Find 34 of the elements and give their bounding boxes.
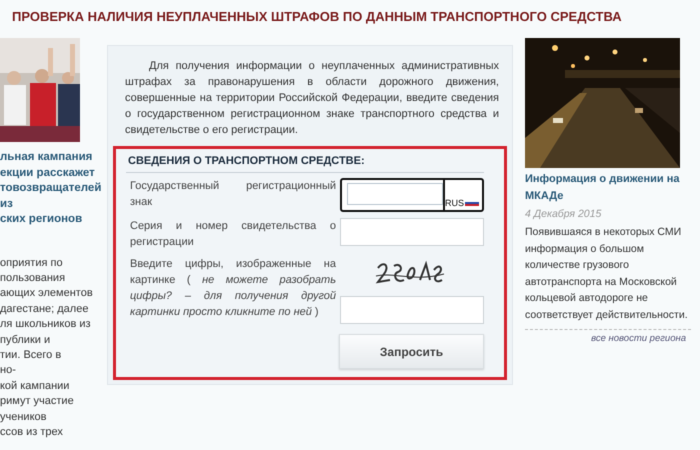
news-text-line: пользования <box>0 270 66 286</box>
news-text-line: тии. Всего в <box>0 348 62 363</box>
news-text-line: римут участие <box>0 394 75 410</box>
submit-button[interactable]: Запросить <box>339 334 484 369</box>
all-news-link[interactable]: все новости региона <box>591 333 686 344</box>
news-headline-line[interactable]: товозвращателей <box>0 181 104 196</box>
news-text-line: оприятия по <box>0 256 64 270</box>
news-headline-line[interactable]: льная кампания <box>0 150 104 166</box>
news-text-line: учеников <box>0 410 48 425</box>
field-label: Введите цифры, изображенные на картинке ( не можете разобрать цифры? – для получения другой картинки просто кликните по ней ) <box>130 257 336 320</box>
section-title: СВЕДЕНИЯ О ТРАНСПОРТНОМ СРЕДСТВЕ: <box>126 155 484 173</box>
input-field[interactable] <box>340 218 484 246</box>
field-label: Государственный регистрационный знак <box>130 179 336 210</box>
captcha-drawing[interactable] <box>374 260 446 286</box>
captcha-input-field[interactable] <box>340 296 484 324</box>
news-headline-line[interactable]: екции расскажет <box>0 166 104 181</box>
page-title: ПРОВЕРКА НАЛИЧИЯ НЕУПЛАЧЕННЫХ ШТРАФОВ ПО ДАННЫМ ТРАНСПОРТНОГО СРЕДСТВА <box>12 9 623 24</box>
intro-text: Для получения информации о неуплаченных административных штрафах за правонарушения в области дорожного движения, совершенные на территории Российской Федерации, введите сведения о государственном регистрационном знаке транспортного средства и свидетельстве о его регистрации. <box>125 59 499 138</box>
news-headline-line[interactable]: из <box>0 196 104 212</box>
news-text-line: публики и <box>0 332 52 348</box>
news-headline-line[interactable]: ских регионов <box>0 212 104 228</box>
news-text-line: кой кампании <box>0 378 70 394</box>
news-text-line: ля школьников из <box>0 317 92 332</box>
news-text-line: ссов из трех <box>0 424 64 440</box>
plate-number-field[interactable]: RUS <box>340 178 484 212</box>
region-code: RUS <box>445 198 464 208</box>
news-text-line: но- <box>0 363 17 378</box>
field-label: Серия и номер свидетельства о регистрации <box>130 219 336 250</box>
news-text-line: дагестане; далее <box>0 302 90 317</box>
flag-icon <box>465 200 480 206</box>
news-text-line: ающих элементов <box>0 286 94 302</box>
news-date: 4 Декабря 2015 <box>525 208 602 220</box>
news-text: Появившаяся в некоторых СМИ информация о большом количестве грузового автотранспорта на Московской кольцевой автодороге не соответствует действительности. <box>525 225 689 322</box>
news-headline[interactable]: Информация о движении на МКАДе <box>525 171 691 205</box>
